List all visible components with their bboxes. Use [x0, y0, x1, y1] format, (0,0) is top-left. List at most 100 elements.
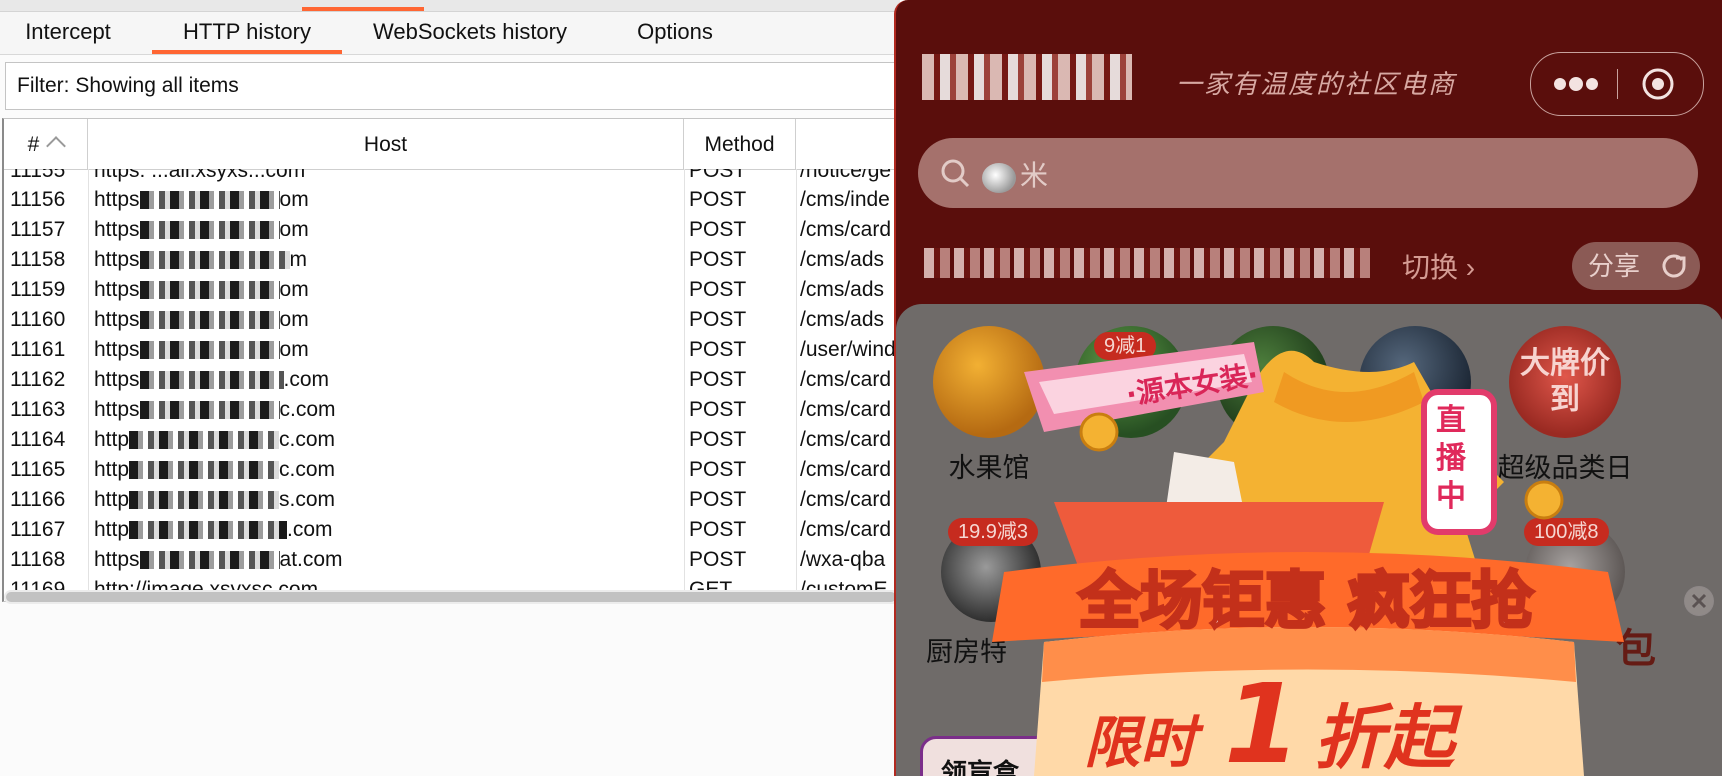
more-icon[interactable] — [1553, 73, 1599, 95]
row-host: https.com — [94, 488, 336, 511]
row-host: https c.com — [94, 398, 336, 421]
redaction-mask — [139, 551, 280, 570]
row-method: POST — [689, 338, 747, 361]
brand-logo-blurred — [922, 54, 1132, 100]
redaction-mask — [139, 281, 280, 300]
horizontal-scrollbar[interactable] — [4, 590, 900, 604]
redaction-mask — [139, 401, 280, 420]
row-method: POST — [689, 278, 747, 301]
table-row[interactable]: 11160 https om POST /cms/ads — [4, 305, 899, 335]
redaction-mask — [139, 311, 280, 330]
tab-websockets-history[interactable]: WebSockets history — [362, 12, 578, 54]
row-host: http c.com — [94, 458, 336, 481]
row-number: 11162 — [10, 368, 66, 391]
row-number: 11168 — [10, 548, 66, 571]
table-row[interactable]: 11155 https: ...all.xsyxs...com POST /no… — [4, 169, 899, 186]
search-bar[interactable]: 米 — [918, 138, 1698, 208]
row-url: /wxa-qba — [800, 548, 886, 571]
promo-popup[interactable]: ·源本女装· 直 播 中 全场钜惠 疯狂抢 限时 1 折起 — [984, 322, 1628, 776]
column-number-label: # — [27, 133, 40, 156]
miniprogram-capsule — [1530, 52, 1704, 116]
table-row[interactable]: 11163 https c.com POST /cms/card — [4, 395, 899, 425]
row-method: POST — [689, 248, 747, 271]
table-row[interactable]: 11166 http s.com POST /cms/card — [4, 485, 899, 515]
popup-subline-pre: 限时 — [1084, 711, 1204, 776]
address-blurred — [924, 248, 1374, 278]
row-number: 11167 — [10, 518, 66, 541]
close-popup-icon[interactable] — [1684, 586, 1714, 616]
share-label: 分享 — [1588, 251, 1641, 281]
tab-options[interactable]: Options — [620, 12, 730, 54]
popup-subline-post: 折起 — [1314, 697, 1463, 776]
row-url: /cms/card — [800, 518, 892, 541]
rice-icon — [982, 162, 1016, 193]
share-button[interactable]: 分享 — [1572, 242, 1700, 290]
row-number: 11156 — [10, 188, 66, 211]
row-method: POST — [689, 458, 747, 481]
table-row[interactable]: 11156 https om POST /cms/inde — [4, 185, 899, 215]
row-number: 11160 — [10, 308, 66, 331]
row-number: 11161 — [10, 338, 66, 361]
table-row[interactable]: 11158 https m POST /cms/ads — [4, 245, 899, 275]
row-url: /cms/card — [800, 368, 892, 391]
row-host: https om — [94, 218, 309, 241]
table-row[interactable]: 11161 https om POST /user/wind — [4, 335, 899, 365]
row-number: 11159 — [10, 278, 66, 301]
tab-http-history[interactable]: HTTP history — [152, 12, 342, 54]
redaction-mask — [129, 491, 280, 510]
row-method: POST — [689, 308, 747, 331]
share-icon — [1662, 254, 1686, 278]
column-header-method[interactable]: Method — [684, 119, 796, 169]
row-host: http .com — [94, 518, 333, 541]
redaction-mask — [139, 371, 284, 390]
table-row[interactable]: 11167 http .com POST /cms/card — [4, 515, 899, 545]
redaction-mask — [139, 341, 280, 360]
row-host: https at.com — [94, 548, 343, 571]
redaction-mask — [129, 521, 288, 540]
redaction-mask — [129, 461, 280, 480]
table-row[interactable]: 11157 https om POST /cms/card — [4, 215, 899, 245]
live-tag-char-2: 播 — [1436, 441, 1467, 476]
row-number: 11155 — [10, 169, 66, 182]
row-host: http c.com — [94, 428, 336, 451]
row-url: /cms/card — [800, 488, 892, 511]
sort-ascending-icon — [46, 136, 67, 156]
top-active-indicator — [302, 7, 424, 11]
capsule-divider — [1617, 69, 1618, 99]
redaction-mask — [139, 251, 290, 270]
row-url: /cms/inde — [800, 188, 890, 211]
row-url: /notice/ge — [800, 169, 892, 182]
popup-headline: 全场钜惠 疯狂抢 — [1077, 564, 1535, 637]
row-url: /cms/card — [800, 458, 892, 481]
redaction-mask — [139, 221, 280, 240]
search-placeholder: 米 — [982, 154, 1048, 194]
table-row[interactable]: 11164 http c.com POST /cms/card — [4, 425, 899, 455]
column-header-host[interactable]: Host — [88, 119, 684, 169]
row-url: /cms/ads — [800, 248, 885, 271]
row-number: 11164 — [10, 428, 66, 451]
table-row[interactable]: 11168 https at.com POST /wxa-qba — [4, 545, 899, 575]
row-url: /cms/card — [800, 218, 892, 241]
row-number: 11165 — [10, 458, 66, 481]
table-row[interactable]: 11165 http c.com POST /cms/card — [4, 455, 899, 485]
live-tag-char-1: 直 — [1436, 403, 1466, 438]
row-host: https om — [94, 278, 309, 301]
column-header-number[interactable]: # — [4, 119, 88, 169]
row-number: 11163 — [10, 398, 66, 421]
row-number: 11157 — [10, 218, 66, 241]
close-miniprogram-icon[interactable] — [1641, 67, 1675, 101]
tab-intercept[interactable]: Intercept — [6, 12, 130, 54]
http-history-table: # Host Method 11155 https: ...all.xsyxs.… — [2, 118, 900, 602]
scrollbar-thumb[interactable] — [6, 592, 896, 602]
filter-bar[interactable]: Filter: Showing all items — [5, 62, 900, 110]
address-row: 切换 › 分享 — [924, 242, 1704, 290]
switch-store-link[interactable]: 切换 › — [1402, 246, 1475, 286]
table-row[interactable]: 11162 https .com POST /cms/card — [4, 365, 899, 395]
row-url: /cms/ads — [800, 308, 885, 331]
row-method: POST — [689, 488, 747, 511]
row-url: /cms/card — [800, 398, 892, 421]
column-header-url[interactable] — [796, 119, 899, 169]
table-row[interactable]: 11159 https om POST /cms/ads — [4, 275, 899, 305]
redaction-mask — [129, 431, 280, 450]
row-number: 11166 — [10, 488, 66, 511]
